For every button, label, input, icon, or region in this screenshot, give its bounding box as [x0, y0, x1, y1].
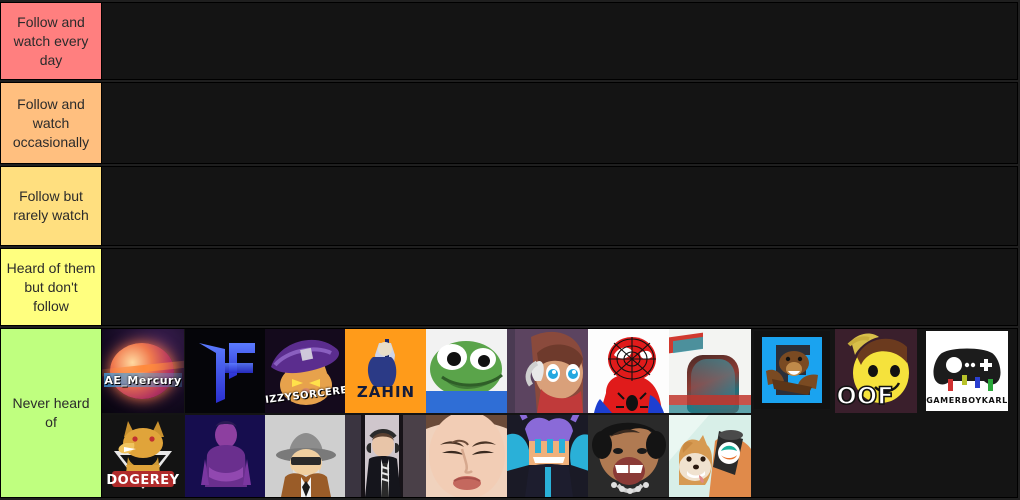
gamerboykarl-controller-avatar[interactable]: GAMERBOYKARL — [926, 331, 1008, 411]
glitch-photo-avatar[interactable] — [669, 329, 751, 413]
tier-label-1[interactable]: Follow and watch every day — [0, 2, 102, 80]
tier-row-2: Follow and watch occasionally — [0, 82, 1018, 164]
pepe-the-frog-avatar[interactable] — [426, 329, 508, 413]
tier-label-2[interactable]: Follow and watch occasionally — [0, 82, 102, 164]
tier-items-1[interactable] — [102, 2, 1018, 80]
cartoon-pearls-face-avatar[interactable] — [588, 415, 670, 497]
zahin-knight-logo-avatar[interactable]: ZAHIN — [345, 329, 427, 413]
tier-label-5[interactable]: Never heard of — [0, 328, 102, 498]
webcam-streamer-avatar[interactable] — [345, 415, 427, 497]
tier-row-4: Heard of them but don't follow — [0, 248, 1018, 326]
svg-text:DOGEREY: DOGEREY — [106, 473, 179, 488]
bear-letter-e-logo-avatar[interactable] — [754, 331, 830, 409]
tier-items-4[interactable] — [102, 248, 1018, 326]
spiderman-drawing-avatar[interactable] — [588, 329, 670, 413]
ae-mercury-planet-avatar[interactable]: AE_Mercury — [102, 329, 184, 413]
tier-items-3[interactable] — [102, 166, 1018, 246]
tier-label-4[interactable]: Heard of them but don't follow — [0, 248, 102, 326]
anime-girl-headphones-avatar[interactable] — [507, 329, 589, 413]
shiba-inu-soda-avatar[interactable] — [669, 415, 751, 497]
svg-text:OOF: OOF — [836, 383, 893, 409]
tier-row-5: Never heard of AE_Mercury IZZYSORCERER Z… — [0, 328, 1018, 498]
avatar-caption: AE_Mercury — [104, 374, 182, 387]
blue-monogram-logo-avatar[interactable] — [185, 329, 267, 413]
tier-items-5[interactable]: AE_Mercury IZZYSORCERER ZAHIN OOF GAMERB… — [102, 328, 1018, 498]
detective-hat-character-avatar[interactable] — [265, 415, 347, 497]
svg-text:GAMERBOYKARL: GAMERBOYKARL — [926, 396, 1008, 405]
oof-cartoon-face-avatar[interactable]: OOF — [835, 329, 917, 413]
dogerey-wolf-mascot-avatar[interactable]: DOGEREY — [102, 415, 184, 497]
tier-items-2[interactable] — [102, 82, 1018, 164]
closeup-face-photo-avatar[interactable] — [426, 415, 508, 497]
purple-portrait-photo-avatar[interactable] — [185, 415, 267, 497]
tier-row-1: Follow and watch every day — [0, 2, 1018, 80]
roblox-purple-avatar[interactable] — [507, 415, 589, 497]
tier-row-3: Follow but rarely watch — [0, 166, 1018, 246]
svg-text:ZAHIN: ZAHIN — [357, 383, 415, 401]
tiermaker-canvas: TiERMAKER Follow and watch every day Fol… — [0, 0, 1020, 500]
izzysorcerer-cat-wizard-avatar[interactable]: IZZYSORCERER — [265, 329, 347, 413]
tier-label-3[interactable]: Follow but rarely watch — [0, 166, 102, 246]
